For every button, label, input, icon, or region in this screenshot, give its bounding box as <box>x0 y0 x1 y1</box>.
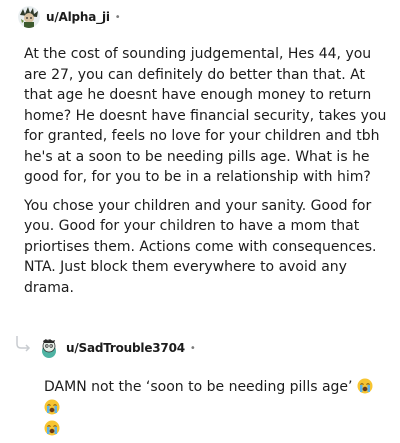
reply-header: u/SadTrouble3704 • <box>38 336 196 360</box>
comment-username[interactable]: u/Alpha_ji <box>46 10 110 24</box>
loudly-crying-face-icon <box>44 420 60 436</box>
comment-paragraph: You chose your children and your sanity.… <box>24 197 377 296</box>
loudly-crying-face-icon <box>357 378 373 394</box>
reply-text: DAMN not the ‘soon to be needing pills a… <box>44 379 353 395</box>
user-avatar[interactable] <box>18 6 40 28</box>
comment-paragraph: At the cost of sounding judgemental, Hes… <box>24 46 387 185</box>
header-separator: • <box>114 11 121 23</box>
reply-user-avatar[interactable] <box>38 337 60 359</box>
thread-branch-icon <box>16 336 31 352</box>
comment-header: u/Alpha_ji • <box>18 5 121 29</box>
reply-username[interactable]: u/SadTrouble3704 <box>66 341 185 355</box>
comment-body: At the cost of sounding judgemental, Hes… <box>24 44 390 306</box>
reply-body: DAMN not the ‘soon to be needing pills a… <box>44 377 389 440</box>
loudly-crying-face-icon <box>44 399 60 415</box>
reply-header-separator: • <box>189 342 196 354</box>
